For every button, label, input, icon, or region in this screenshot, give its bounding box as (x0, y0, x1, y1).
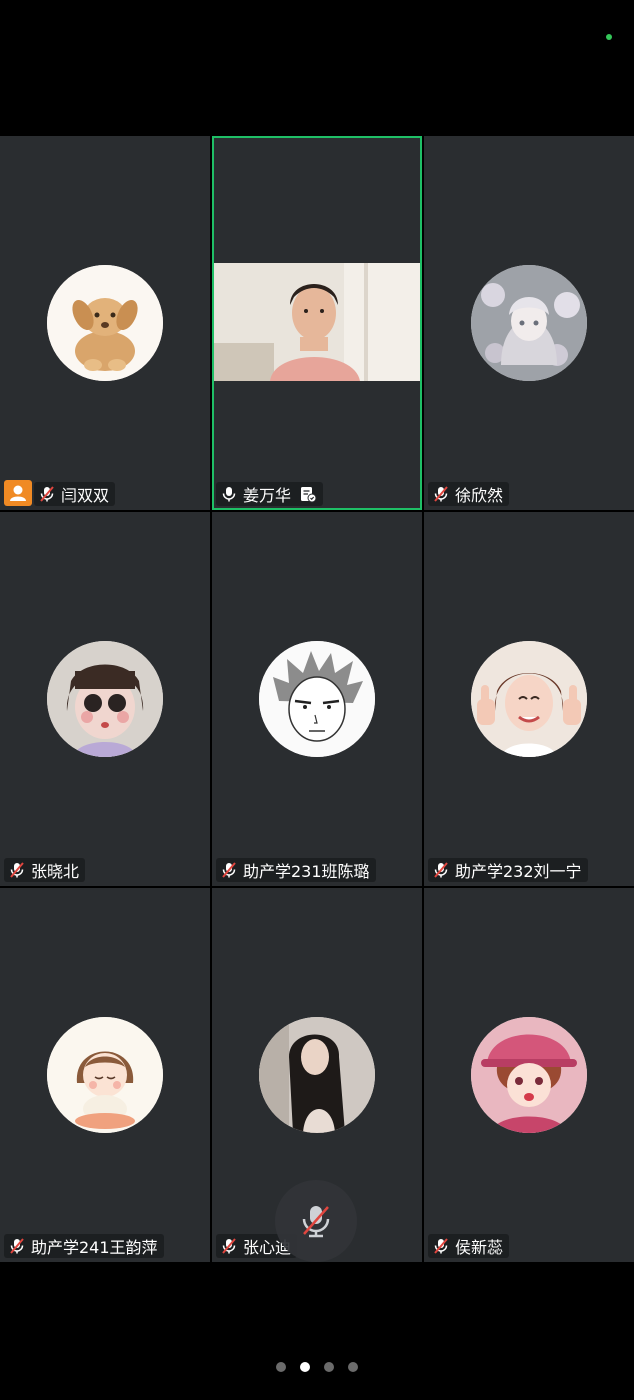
page-dot-current[interactable] (300, 1362, 310, 1372)
participant-tile[interactable]: 闫双双 (0, 136, 210, 510)
pink-hat-anime-avatar (471, 1017, 587, 1133)
participant-name-label: 徐欣然 (428, 482, 510, 506)
participant-name-label: 助产学232刘一宁 (428, 858, 588, 882)
doll-avatar (47, 641, 163, 757)
participant-name: 侯新蕊 (455, 1238, 504, 1257)
thumbs-up-girl-avatar (471, 641, 587, 757)
participant-name: 助产学231班陈璐 (243, 862, 370, 881)
participant-name: 徐欣然 (455, 486, 504, 505)
mic-muted-icon (302, 1206, 330, 1238)
mic-muted-icon (434, 1238, 448, 1254)
mic-muted-icon (222, 1238, 236, 1254)
participant-name: 助产学241王韵萍 (31, 1238, 158, 1257)
participant-name: 姜万华 (243, 486, 292, 505)
participant-tile[interactable]: 张晓北 (0, 512, 210, 886)
webcam-video-feed (214, 263, 420, 381)
manga-boy-avatar (259, 641, 375, 757)
participant-tile[interactable]: 徐欣然 (424, 136, 634, 510)
participant-name-label: 张晓北 (4, 858, 86, 882)
host-badge-icon (4, 480, 32, 506)
long-hair-photo-avatar (259, 1017, 375, 1133)
anime-girl-flowers-avatar (471, 265, 587, 381)
participant-name: 助产学232刘一宁 (455, 862, 582, 881)
mic-muted-icon (10, 862, 24, 878)
participant-name: 张晓北 (31, 862, 80, 881)
participant-name-label: 姜万华 (216, 482, 324, 506)
participant-name-label: 助产学231班陈璐 (216, 858, 376, 882)
dog-avatar (47, 265, 163, 381)
cartoon-girl-avatar (47, 1017, 163, 1133)
mic-muted-icon (40, 486, 54, 502)
page-dot[interactable] (276, 1362, 286, 1372)
page-indicator[interactable] (0, 1362, 634, 1372)
screen-share-icon (301, 487, 317, 503)
participant-tile[interactable]: 助产学231班陈璐 (212, 512, 422, 886)
mute-toggle-button[interactable] (275, 1180, 357, 1262)
participant-name-label: 助产学241王韵萍 (4, 1234, 164, 1258)
participant-name-label: 侯新蕊 (428, 1234, 510, 1258)
mic-muted-icon (10, 1238, 24, 1254)
mic-muted-icon (434, 862, 448, 878)
participant-tile[interactable]: 助产学241王韵萍 (0, 888, 210, 1262)
participant-tile[interactable]: 侯新蕊 (424, 888, 634, 1262)
mic-muted-icon (222, 862, 236, 878)
mic-icon (222, 487, 236, 502)
participant-name: 闫双双 (61, 486, 110, 505)
page-dot[interactable] (324, 1362, 334, 1372)
participant-tile-active-speaker[interactable]: 姜万华 (212, 136, 422, 510)
participant-name-label: 闫双双 (34, 482, 116, 506)
page-dot[interactable] (348, 1362, 358, 1372)
status-dot (606, 34, 612, 40)
participant-grid: 闫双双 姜万华 徐欣然 张晓北 助产学231班陈璐 助产学232刘一宁 助产学2… (0, 136, 634, 1262)
participant-tile[interactable]: 助产学232刘一宁 (424, 512, 634, 886)
mic-muted-icon (434, 486, 448, 502)
